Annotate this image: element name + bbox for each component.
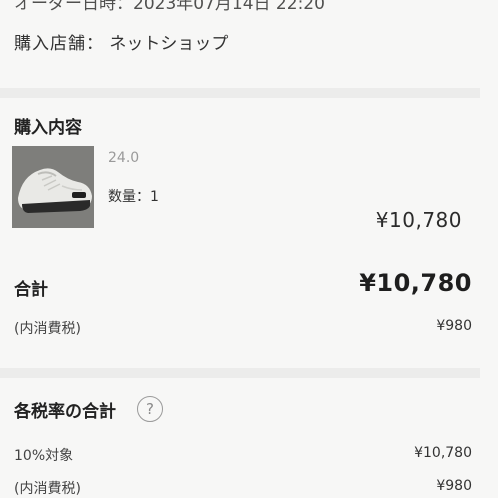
sneaker-icon bbox=[12, 146, 94, 228]
tax-rate-row-label: 10%対象 bbox=[14, 448, 74, 464]
item-size: 24.0 bbox=[108, 150, 140, 166]
quantity-label: 数量： bbox=[108, 189, 150, 205]
tax-rate-section-title: 各税率の合計 bbox=[14, 402, 116, 422]
item-price: ¥10,780 bbox=[375, 208, 462, 232]
item-quantity-row: 数量：1 bbox=[108, 186, 159, 206]
total-label: 合計 bbox=[14, 280, 48, 300]
total-value: ¥10,780 bbox=[359, 269, 472, 297]
order-datetime-line: オーダー日時：2023年07月14日 22:20 bbox=[14, 0, 325, 11]
order-detail-screen: オーダー日時：2023年07月14日 22:20 購入店舗： ネットショップ 購… bbox=[0, 0, 498, 498]
tax-included-label: (内消費税) bbox=[14, 321, 81, 337]
store-row: 購入店舗： ネットショップ bbox=[14, 29, 228, 54]
section-divider bbox=[0, 368, 480, 378]
tax-included-value: ¥980 bbox=[436, 318, 472, 334]
store-label: 購入店舗： bbox=[14, 34, 104, 54]
purchase-section-title: 購入内容 bbox=[14, 118, 82, 138]
product-thumbnail[interactable] bbox=[12, 146, 94, 228]
tax-rate-row-value: ¥980 bbox=[436, 478, 472, 494]
store-value: ネットショップ bbox=[109, 34, 229, 54]
tax-rate-row-label: (内消費税) bbox=[14, 481, 81, 497]
section-divider bbox=[0, 88, 480, 98]
question-circle-icon[interactable]: ? bbox=[137, 396, 163, 422]
tax-rate-row-value: ¥10,780 bbox=[414, 445, 472, 461]
quantity-value: 1 bbox=[150, 189, 159, 205]
